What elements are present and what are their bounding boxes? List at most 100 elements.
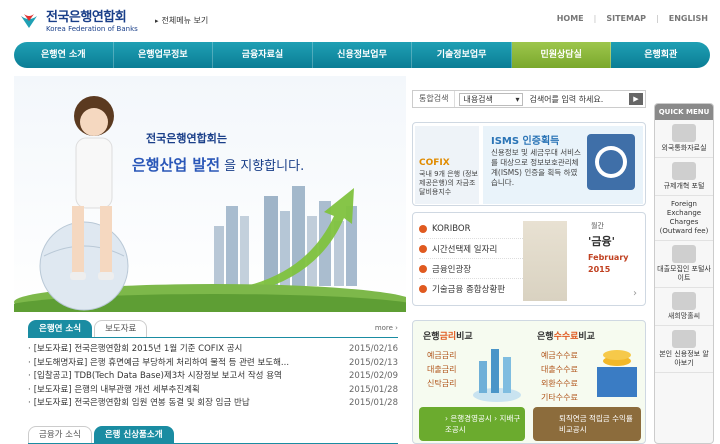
bullet-icon [419, 264, 427, 273]
search-type-value: 내용검색 [463, 94, 493, 104]
logo-korean: 전국은행연합회 [46, 10, 127, 25]
quick-item-label: 본인 신용정보 알아보기 [659, 350, 709, 367]
isms-badge-icon [587, 134, 635, 190]
hero-title: 전국은행연합회는 [146, 132, 227, 145]
rate-title-pre: 은행 [423, 332, 440, 342]
quick-regulation-portal[interactable]: 규제개혁 포털 [655, 158, 713, 196]
fee-loan-link[interactable]: 대출수수료 [541, 363, 578, 377]
quick-menu: QUICK MENU 외국통화자료실 규제개혁 포털 Foreign Excha… [654, 103, 714, 444]
page: 전국은행연합회 Korea Federation of Banks 전체메뉴 보… [0, 0, 720, 444]
tab-kfb-news[interactable]: 은행연 소식 [28, 320, 93, 337]
cofix-title: COFIX [419, 158, 450, 168]
link-finance-plaza[interactable]: 금융인광장 [419, 259, 527, 279]
isms-title: ISMS 인증획득 [491, 136, 560, 147]
home-link[interactable]: HOME [557, 14, 584, 23]
news2-tabs: 금융가 소식 은행 신상품소개 [28, 426, 398, 444]
document-icon [672, 162, 696, 180]
rate-compare-title[interactable]: 은행금리비교 [423, 329, 473, 342]
news-title: [보도해명자료] 은행 휴면예금 부당하게 처리하여 물적 등 관련 보도해..… [28, 357, 333, 371]
quick-credit-info[interactable]: 본인 신용정보 알아보기 [655, 326, 713, 373]
tab-press-release[interactable]: 보도자료 [94, 320, 148, 337]
fee-fx-link[interactable]: 외환수수료 [541, 377, 578, 391]
quick-item-label: 새희망홀씨 [667, 312, 701, 320]
coin-box-icon [597, 350, 637, 397]
quick-item-label: 대출모집인 포털사이트 [657, 265, 711, 282]
news-date: 2015/02/16 [349, 344, 398, 354]
english-link[interactable]: ENGLISH [669, 14, 708, 23]
news-row[interactable]: [보도자료] 은행의 내부관행 개선 세부추진계획 2015/01/28 [28, 384, 398, 398]
search-button[interactable]: ▶ [629, 93, 643, 105]
all-menu-link[interactable]: 전체메뉴 보기 [155, 15, 209, 26]
quick-links-box: KORIBOR 시간선택제 일자리 금융인광장 기술금융 종합상황판 월간 '금… [412, 212, 646, 306]
quick-item-label: 규제개혁 포털 [663, 182, 705, 190]
bullet-icon [419, 224, 427, 233]
search-input[interactable]: 검색어를 입력 하세요. [523, 94, 629, 105]
nav-banking-info[interactable]: 은행업무정보 [114, 42, 214, 68]
nav-tech-info[interactable]: 기술정보업무 [412, 42, 512, 68]
quick-loan-recruiter[interactable]: 대출모집인 포털사이트 [655, 241, 713, 288]
bullet-icon [419, 285, 427, 293]
link-tech-finance-board[interactable]: 기술금융 종합상황판 [419, 279, 527, 299]
news-row[interactable]: [보도자료] 전국은행연합회 2015년 1월 기준 COFIX 공시 2015/… [28, 343, 398, 357]
news-title: [보도자료] 은행의 내부관행 개선 세부추진계획 [28, 384, 333, 398]
magazine-name: '금융' [588, 235, 615, 248]
rate-loan-link[interactable]: 대출금리 [427, 363, 456, 377]
fee-other-link[interactable]: 기타수수료 [541, 391, 578, 405]
nav-finance-library[interactable]: 금융자료실 [213, 42, 313, 68]
magazine-cover[interactable] [523, 221, 567, 301]
nav-about[interactable]: 은행연 소개 [14, 42, 114, 68]
hero-subtitle-rest: 을 지향합니다. [224, 159, 305, 174]
nav-bank-hall[interactable]: 은행회관 [611, 42, 710, 68]
hero-subtitle-emphasis: 은행산업 발전 [132, 156, 221, 174]
quick-link-list: KORIBOR 시간선택제 일자리 금융인광장 기술금융 종합상황판 [419, 219, 527, 299]
rate-trust-link[interactable]: 신탁금리 [427, 377, 456, 391]
cofix-banner[interactable]: COFIX 국내 9개 은행 (정보제공은행)의 자금조달비용지수 [415, 126, 479, 204]
news-date: 2015/01/28 [349, 398, 398, 408]
magazine-year: 2015 [588, 265, 611, 274]
pension-compare-button[interactable]: 퇴직연금 적립금 수익률 비교공시 [533, 407, 641, 441]
rate-deposit-link[interactable]: 예금금리 [427, 349, 456, 363]
next-arrow-icon[interactable]: › [633, 288, 637, 299]
search-label: 통합검색 [413, 91, 456, 107]
news-row[interactable]: [보도자료] 전국은행연합회 임원 연봉 동결 및 회장 임금 반납 2015/0… [28, 397, 398, 411]
logo[interactable]: 전국은행연합회 Korea Federation of Banks [18, 8, 168, 36]
person-icon [672, 330, 696, 348]
cofix-isms-box: COFIX 국내 9개 은행 (정보제공은행)의 자금조달비용지수 ISMS 인… [412, 122, 646, 206]
more-link[interactable]: more › [375, 324, 398, 332]
news-date: 2015/02/09 [349, 371, 398, 381]
quick-fx-charges[interactable]: Foreign Exchange Charges (Outward fee) [655, 196, 713, 241]
isms-banner[interactable]: ISMS 인증획득 신용정보 및 세금우대 서비스를 대상으로 정보보호관리체계… [483, 126, 643, 204]
fee-deposit-link[interactable]: 예금수수료 [541, 349, 578, 363]
magazine-month-en: February [588, 253, 629, 262]
fee-title-post: 비교 [578, 332, 595, 342]
news-date: 2015/02/13 [349, 357, 398, 368]
nav-credit-info[interactable]: 신용정보업무 [313, 42, 413, 68]
quick-foreign-currency[interactable]: 외국통화자료실 [655, 120, 713, 158]
news-list: [보도자료] 전국은행연합회 2015년 1월 기준 COFIX 공시 2015/… [28, 343, 398, 411]
rate-list: 예금금리 대출금리 신탁금리 [427, 349, 456, 391]
news-tabs: 은행연 소식 보도자료 more › [28, 320, 398, 338]
header: 전국은행연합회 Korea Federation of Banks 전체메뉴 보… [0, 0, 720, 42]
sitemap-link[interactable]: SITEMAP [606, 14, 646, 23]
link-koribor[interactable]: KORIBOR [419, 219, 527, 239]
nav-consultation[interactable]: 민원상담실 [511, 42, 612, 68]
news-title: [보도자료] 전국은행연합회 2015년 1월 기준 COFIX 공시 [28, 343, 333, 357]
tab-finance-news[interactable]: 금융가 소식 [28, 426, 92, 443]
management-disclosure-button[interactable]: › 은행경영공시 › 지배구조공시 [419, 407, 525, 441]
link-part-time-jobs[interactable]: 시간선택제 일자리 [419, 239, 527, 259]
link-label: KORIBOR [432, 223, 471, 234]
fee-compare-title[interactable]: 은행수수료비교 [537, 329, 595, 342]
rate-title-em: 금리 [439, 332, 457, 342]
search-type-select[interactable]: 내용검색 ▾ [459, 92, 524, 106]
link-label: 시간선택제 일자리 [432, 244, 498, 255]
quick-item-label: 외국통화자료실 [661, 144, 707, 152]
tab-new-products[interactable]: 은행 신상품소개 [93, 426, 174, 443]
quick-new-hope[interactable]: 새희망홀씨 [655, 288, 713, 326]
news-date: 2015/01/28 [349, 384, 398, 395]
news-row[interactable]: [보도해명자료] 은행 휴면예금 부당하게 처리하여 물적 등 관련 보도해..… [28, 357, 398, 371]
flower-icon [672, 292, 696, 310]
hero-banner: 전국은행연합회는 은행산업 발전 을 지향합니다. [14, 76, 406, 312]
fee-title-em: 수수료 [553, 332, 579, 342]
news-section: 은행연 소식 보도자료 more › [보도자료] 전국은행연합회 2015년 … [28, 320, 398, 416]
news-row[interactable]: [입찰공고] TDB(Tech Data Base)제3차 시장정보 보고서 작… [28, 370, 398, 384]
